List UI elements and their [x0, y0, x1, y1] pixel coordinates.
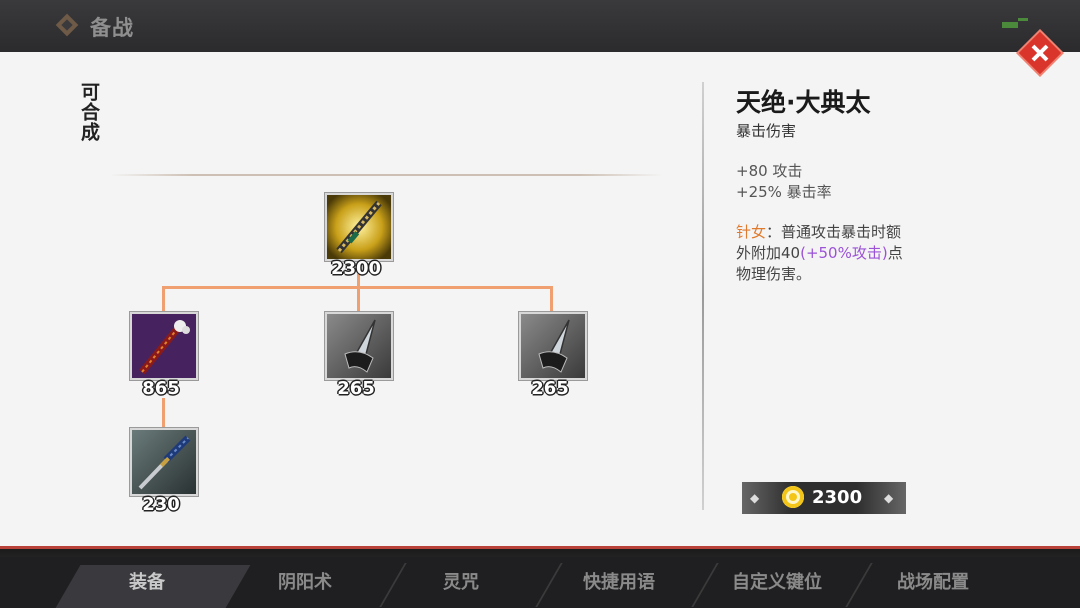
item-cost: 2300 [812, 487, 863, 508]
recipe-component-item[interactable] [130, 428, 198, 496]
item-price: 865 [142, 378, 180, 399]
recipe-root-item[interactable] [325, 193, 393, 261]
tree-connector [162, 398, 165, 428]
tab-onmyodo[interactable]: 阴阳术 [226, 557, 384, 608]
page-title: 备战 [90, 16, 134, 40]
vertical-divider [702, 82, 704, 510]
item-stat: +25% 暴击率 [736, 183, 832, 201]
blue-katana-icon [132, 430, 196, 494]
tab-quick-chat[interactable]: 快捷用语 [540, 557, 698, 608]
diamond-ornament-icon: ◆ [884, 491, 894, 505]
bottom-tab-bar: 装备 阴阳术 灵咒 快捷用语 自定义键位 战场配置 [0, 557, 1080, 608]
item-price: 2300 [330, 258, 382, 279]
diamond-ornament-icon: ◆ [750, 491, 760, 505]
item-price: 265 [531, 378, 569, 399]
tree-connector [357, 286, 360, 312]
purple-bone-sword-icon [132, 314, 196, 378]
dagger-blade-icon [327, 314, 391, 378]
recipe-component-item[interactable] [519, 312, 587, 380]
close-button[interactable] [1016, 29, 1064, 77]
dagger-blade-icon [521, 314, 585, 378]
gold-coin-icon [782, 486, 804, 508]
passive-owner: 针女 [736, 223, 767, 241]
item-category: 暴击伤害 [736, 122, 797, 140]
item-stat: +80 攻击 [736, 162, 803, 180]
tree-connector [550, 286, 553, 312]
panel-shadow [0, 549, 1080, 557]
craftable-label: 可合成 [78, 82, 100, 142]
item-name: 天绝·大典太 [736, 88, 871, 117]
tab-battle-settings[interactable]: 战场配置 [854, 557, 1012, 608]
recipe-component-item[interactable] [130, 312, 198, 380]
tab-spells[interactable]: 灵咒 [382, 557, 540, 608]
tab-equipment[interactable]: 装备 [68, 557, 226, 608]
item-passive-description: 针女：普通攻击暴击时额外附加40(+50%攻击)点物理伤害。 [736, 222, 916, 285]
horizontal-divider [110, 174, 662, 176]
tab-custom-keys[interactable]: 自定义键位 [698, 557, 856, 608]
passive-scaling: (+50%攻击) [800, 244, 888, 262]
item-cost-bar[interactable]: ◆ 2300 ◆ [742, 482, 906, 514]
tree-connector [162, 286, 165, 312]
top-bar: 备战 [0, 0, 1080, 52]
diamond-logo-icon [55, 13, 79, 37]
golden-katana-icon [327, 195, 391, 259]
item-price: 265 [337, 378, 375, 399]
item-price: 230 [142, 494, 180, 515]
recipe-component-item[interactable] [325, 312, 393, 380]
